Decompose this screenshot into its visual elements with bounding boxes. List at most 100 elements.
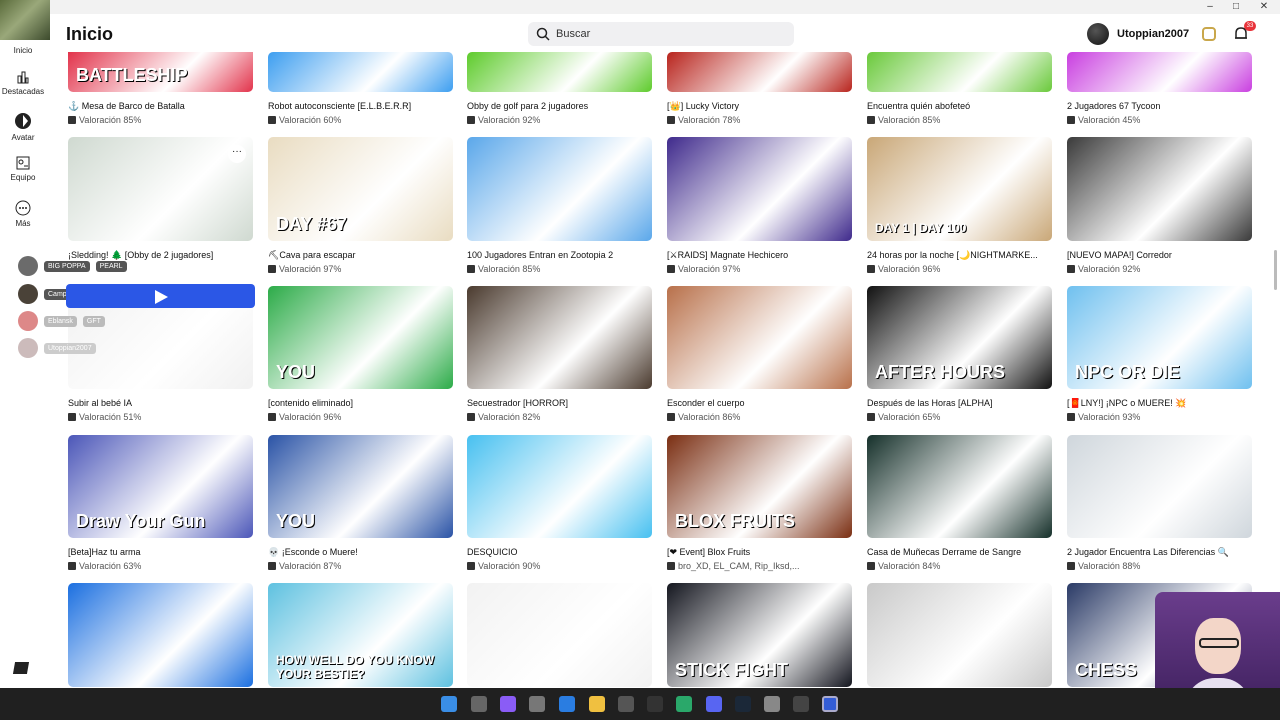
game-thumbnail[interactable] — [68, 583, 253, 687]
game-thumbnail[interactable] — [1067, 52, 1252, 92]
file-explorer-icon[interactable] — [589, 696, 605, 712]
start-icon[interactable] — [441, 696, 457, 712]
play-button[interactable] — [66, 284, 255, 308]
roblox-icon[interactable] — [822, 696, 838, 712]
game-thumbnail[interactable] — [467, 583, 652, 687]
game-thumbnail[interactable]: AFTER HOURS — [867, 286, 1052, 389]
game-thumbnail-preview — [0, 0, 50, 40]
thumbnail-text: BLOX FRUITS — [675, 511, 795, 531]
rating-text: Valoración 78% — [678, 115, 741, 125]
scrollbar[interactable] — [1274, 250, 1277, 290]
game-rating: Valoración 85% — [68, 115, 141, 125]
more-options-icon[interactable]: ··· — [228, 145, 246, 163]
sidebar-item-avatar[interactable]: Avatar — [0, 112, 46, 142]
game-rating: Valoración 84% — [867, 561, 940, 571]
sidebar-item-label: Avatar — [11, 133, 35, 142]
game-title[interactable]: 2 Jugador Encuentra Las Diferencias 🔍 — [1067, 547, 1257, 558]
game-thumbnail[interactable]: STICK FIGHT — [667, 583, 852, 687]
game-thumbnail[interactable] — [1067, 137, 1252, 241]
close-button[interactable]: ✕ — [1250, 0, 1278, 14]
game-thumbnail[interactable]: BLOX FRUITS — [667, 435, 852, 538]
game-thumbnail[interactable]: BATTLESHIP — [68, 52, 253, 92]
game-title[interactable]: Subir al bebé IA — [68, 398, 258, 408]
game-rating: Valoración 51% — [68, 412, 141, 422]
thumbs-up-icon — [467, 116, 475, 124]
outlook-icon[interactable] — [559, 696, 575, 712]
game-title[interactable]: Secuestrador [HORROR] — [467, 398, 657, 408]
game-title[interactable]: Después de las Horas [ALPHA] — [867, 398, 1057, 408]
rating-text: Valoración 96% — [279, 412, 342, 422]
game-title[interactable]: 100 Jugadores Entran en Zootopia 2 — [467, 250, 657, 260]
game-title[interactable]: Esconder el cuerpo — [667, 398, 857, 408]
game-title[interactable]: 2 Jugadores 67 Tycoon — [1067, 101, 1257, 111]
robux-icon[interactable] — [1202, 27, 1216, 41]
game-thumbnail[interactable] — [667, 137, 852, 241]
thumbs-up-icon — [467, 265, 475, 273]
game-thumbnail[interactable] — [467, 137, 652, 241]
game-title[interactable]: [contenido eliminado] — [268, 398, 458, 408]
game-thumbnail[interactable] — [667, 286, 852, 389]
edge-icon[interactable] — [676, 696, 692, 712]
game-title[interactable]: Obby de golf para 2 jugadores — [467, 101, 657, 111]
maximize-button[interactable]: □ — [1222, 0, 1250, 14]
copilot-icon[interactable] — [500, 696, 516, 712]
sidebar-item-mas[interactable]: Más — [0, 200, 46, 228]
game-title[interactable]: Encuentra quién abofeteó — [867, 101, 1057, 111]
thumbnail-text: YOU — [276, 362, 316, 382]
game-title[interactable]: [NUEVO MAPA!] Corredor — [1067, 250, 1257, 260]
game-thumbnail[interactable] — [1067, 435, 1252, 538]
friend-item[interactable]: BIG POPPA PEARL — [18, 256, 127, 276]
thumbs-up-icon — [68, 562, 76, 570]
game-title[interactable]: [👑] Lucky Victory — [667, 101, 857, 112]
thumbs-up-icon — [667, 562, 675, 570]
game-thumbnail[interactable] — [867, 52, 1052, 92]
game-title[interactable]: [Beta]Haz tu arma — [68, 547, 258, 557]
thumbs-up-icon — [467, 413, 475, 421]
game-thumbnail[interactable]: HOW WELL DO YOU KNOW YOUR BESTIE? — [268, 583, 453, 687]
thumbs-up-icon — [268, 265, 276, 273]
game-thumbnail[interactable]: DAY 1 | DAY 100 — [867, 137, 1052, 241]
game-thumbnail[interactable]: YOU — [268, 286, 453, 389]
game-title[interactable]: [❤ Event] Blox Fruits — [667, 547, 857, 558]
game-title[interactable]: 💀 ¡Esconde o Muere! — [268, 547, 458, 558]
settings-icon[interactable] — [764, 696, 780, 712]
game-title[interactable]: ⚓ Mesa de Barco de Batalla — [68, 101, 258, 112]
app-icon[interactable] — [529, 696, 545, 712]
game-thumbnail[interactable] — [867, 435, 1052, 538]
obs-icon[interactable] — [793, 696, 809, 712]
game-thumbnail[interactable] — [68, 137, 253, 241]
sidebar-item-destacadas[interactable]: Destacadas — [0, 70, 46, 96]
game-thumbnail[interactable]: Draw Your Gun — [68, 435, 253, 538]
friend-item[interactable]: Utoppian2007 — [18, 338, 96, 358]
search-input[interactable]: Buscar — [528, 22, 794, 46]
game-title[interactable]: Casa de Muñecas Derrame de Sangre — [867, 547, 1057, 557]
discord-icon[interactable] — [706, 696, 722, 712]
game-thumbnail[interactable]: DAY #67 — [268, 137, 453, 241]
game-thumbnail[interactable] — [467, 435, 652, 538]
game-thumbnail[interactable] — [467, 52, 652, 92]
store-icon[interactable] — [618, 696, 634, 712]
task-view-icon[interactable] — [471, 696, 487, 712]
game-title[interactable]: [⚔RAIDS] Magnate Hechicero — [667, 250, 857, 261]
sidebar-item-label: Destacadas — [1, 87, 45, 96]
sidebar-item-inicio[interactable]: Inicio — [0, 46, 46, 55]
steam-icon[interactable] — [735, 696, 751, 712]
capcut-icon[interactable] — [647, 696, 663, 712]
thumbs-up-icon — [1067, 116, 1075, 124]
user-profile[interactable]: Utoppian2007 — [1087, 22, 1189, 46]
game-title[interactable]: [🧧LNY!] ¡NPC o MUERE! 💥 — [1067, 398, 1257, 409]
friend-item[interactable]: Eblansk GFT — [18, 311, 105, 331]
game-thumbnail[interactable]: NPC OR DIE — [1067, 286, 1252, 389]
game-thumbnail[interactable] — [467, 286, 652, 389]
game-thumbnail[interactable]: YOU — [268, 435, 453, 538]
game-title[interactable]: DESQUICIO — [467, 547, 657, 557]
game-title[interactable]: ⛏Cava para escapar — [268, 250, 458, 261]
minimize-button[interactable]: – — [1196, 0, 1224, 14]
game-thumbnail[interactable] — [867, 583, 1052, 687]
game-thumbnail[interactable] — [268, 52, 453, 92]
game-title[interactable]: 24 horas por la noche [🌙NIGHTMARKE... — [867, 250, 1057, 261]
game-title[interactable]: Robot autoconsciente [E.L.B.E.R.R] — [268, 101, 458, 111]
sidebar-item-equipo[interactable]: Equipo — [0, 156, 46, 182]
roblox-logo-icon[interactable] — [12, 662, 30, 674]
game-thumbnail[interactable] — [667, 52, 852, 92]
